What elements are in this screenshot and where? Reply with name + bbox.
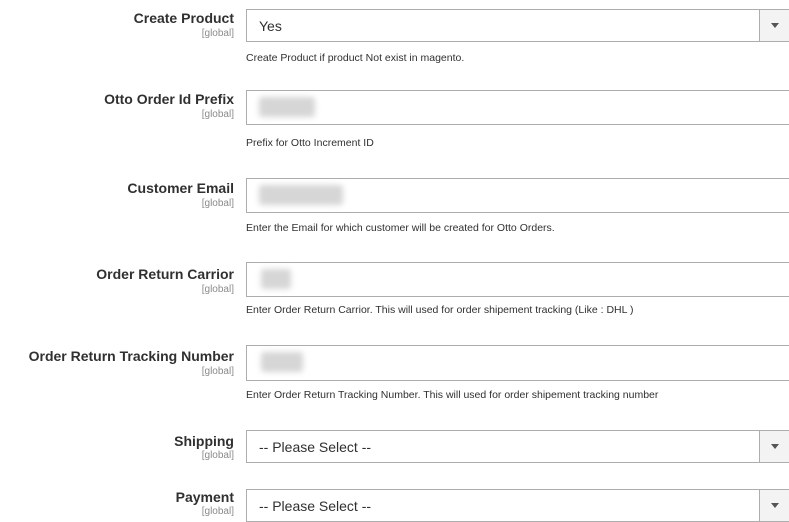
field-order-return-tracking-number: Order Return Tracking Number [global] En… bbox=[0, 340, 789, 420]
field-customer-email: Customer Email [global] Enter the Email … bbox=[0, 170, 789, 250]
chevron-down-icon bbox=[771, 444, 779, 449]
payment-scope: [global] bbox=[201, 506, 234, 517]
field-order-return-carrior: Order Return Carrior [global] Enter Orde… bbox=[0, 255, 789, 335]
payment-label: Payment bbox=[175, 489, 234, 505]
payment-dropdown-button[interactable] bbox=[759, 490, 789, 521]
field-create-product: Create Product [global] Yes Create Produ… bbox=[0, 0, 789, 80]
field-otto-order-id-prefix: Otto Order Id Prefix [global] Prefix for… bbox=[0, 80, 789, 160]
redacted-value bbox=[261, 352, 303, 372]
field-shipping: Shipping [global] -- Please Select -- bbox=[0, 425, 789, 470]
create-product-scope: [global] bbox=[201, 28, 234, 39]
order-return-carrior-label: Order Return Carrior bbox=[96, 266, 234, 282]
chevron-down-icon bbox=[771, 23, 779, 28]
redacted-value bbox=[259, 185, 343, 205]
order-return-tracking-number-input[interactable] bbox=[246, 345, 789, 381]
otto-order-id-prefix-input[interactable] bbox=[246, 90, 789, 125]
order-return-carrior-note: Enter Order Return Carrior. This will us… bbox=[246, 304, 634, 316]
shipping-label: Shipping bbox=[174, 433, 234, 449]
chevron-down-icon bbox=[771, 503, 779, 508]
order-return-carrior-input[interactable] bbox=[246, 262, 789, 297]
payment-select[interactable]: -- Please Select -- bbox=[246, 489, 789, 522]
customer-email-scope: [global] bbox=[201, 198, 234, 209]
otto-order-id-prefix-note: Prefix for Otto Increment ID bbox=[246, 137, 374, 149]
create-product-note: Create Product if product Not exist in m… bbox=[246, 52, 465, 64]
create-product-dropdown-button[interactable] bbox=[759, 10, 789, 41]
otto-order-id-prefix-scope: [global] bbox=[201, 109, 234, 120]
shipping-scope: [global] bbox=[201, 450, 234, 461]
create-product-label: Create Product bbox=[133, 10, 234, 26]
order-return-carrior-scope: [global] bbox=[201, 284, 234, 295]
otto-order-id-prefix-label: Otto Order Id Prefix bbox=[104, 91, 234, 107]
shipping-select[interactable]: -- Please Select -- bbox=[246, 430, 789, 463]
create-product-select[interactable]: Yes bbox=[246, 9, 789, 42]
create-product-value: Yes bbox=[259, 18, 282, 34]
redacted-value bbox=[261, 269, 291, 289]
redacted-value bbox=[259, 97, 315, 117]
customer-email-note: Enter the Email for which customer will … bbox=[246, 222, 555, 234]
customer-email-input[interactable] bbox=[246, 178, 789, 213]
shipping-dropdown-button[interactable] bbox=[759, 431, 789, 462]
shipping-value: -- Please Select -- bbox=[259, 439, 372, 455]
customer-email-label: Customer Email bbox=[127, 180, 234, 196]
field-payment: Payment [global] -- Please Select -- bbox=[0, 484, 789, 522]
order-return-tracking-number-note: Enter Order Return Tracking Number. This… bbox=[246, 389, 659, 401]
order-return-tracking-number-scope: [global] bbox=[201, 366, 234, 377]
order-return-tracking-number-label: Order Return Tracking Number bbox=[28, 348, 234, 364]
payment-value: -- Please Select -- bbox=[259, 498, 372, 514]
